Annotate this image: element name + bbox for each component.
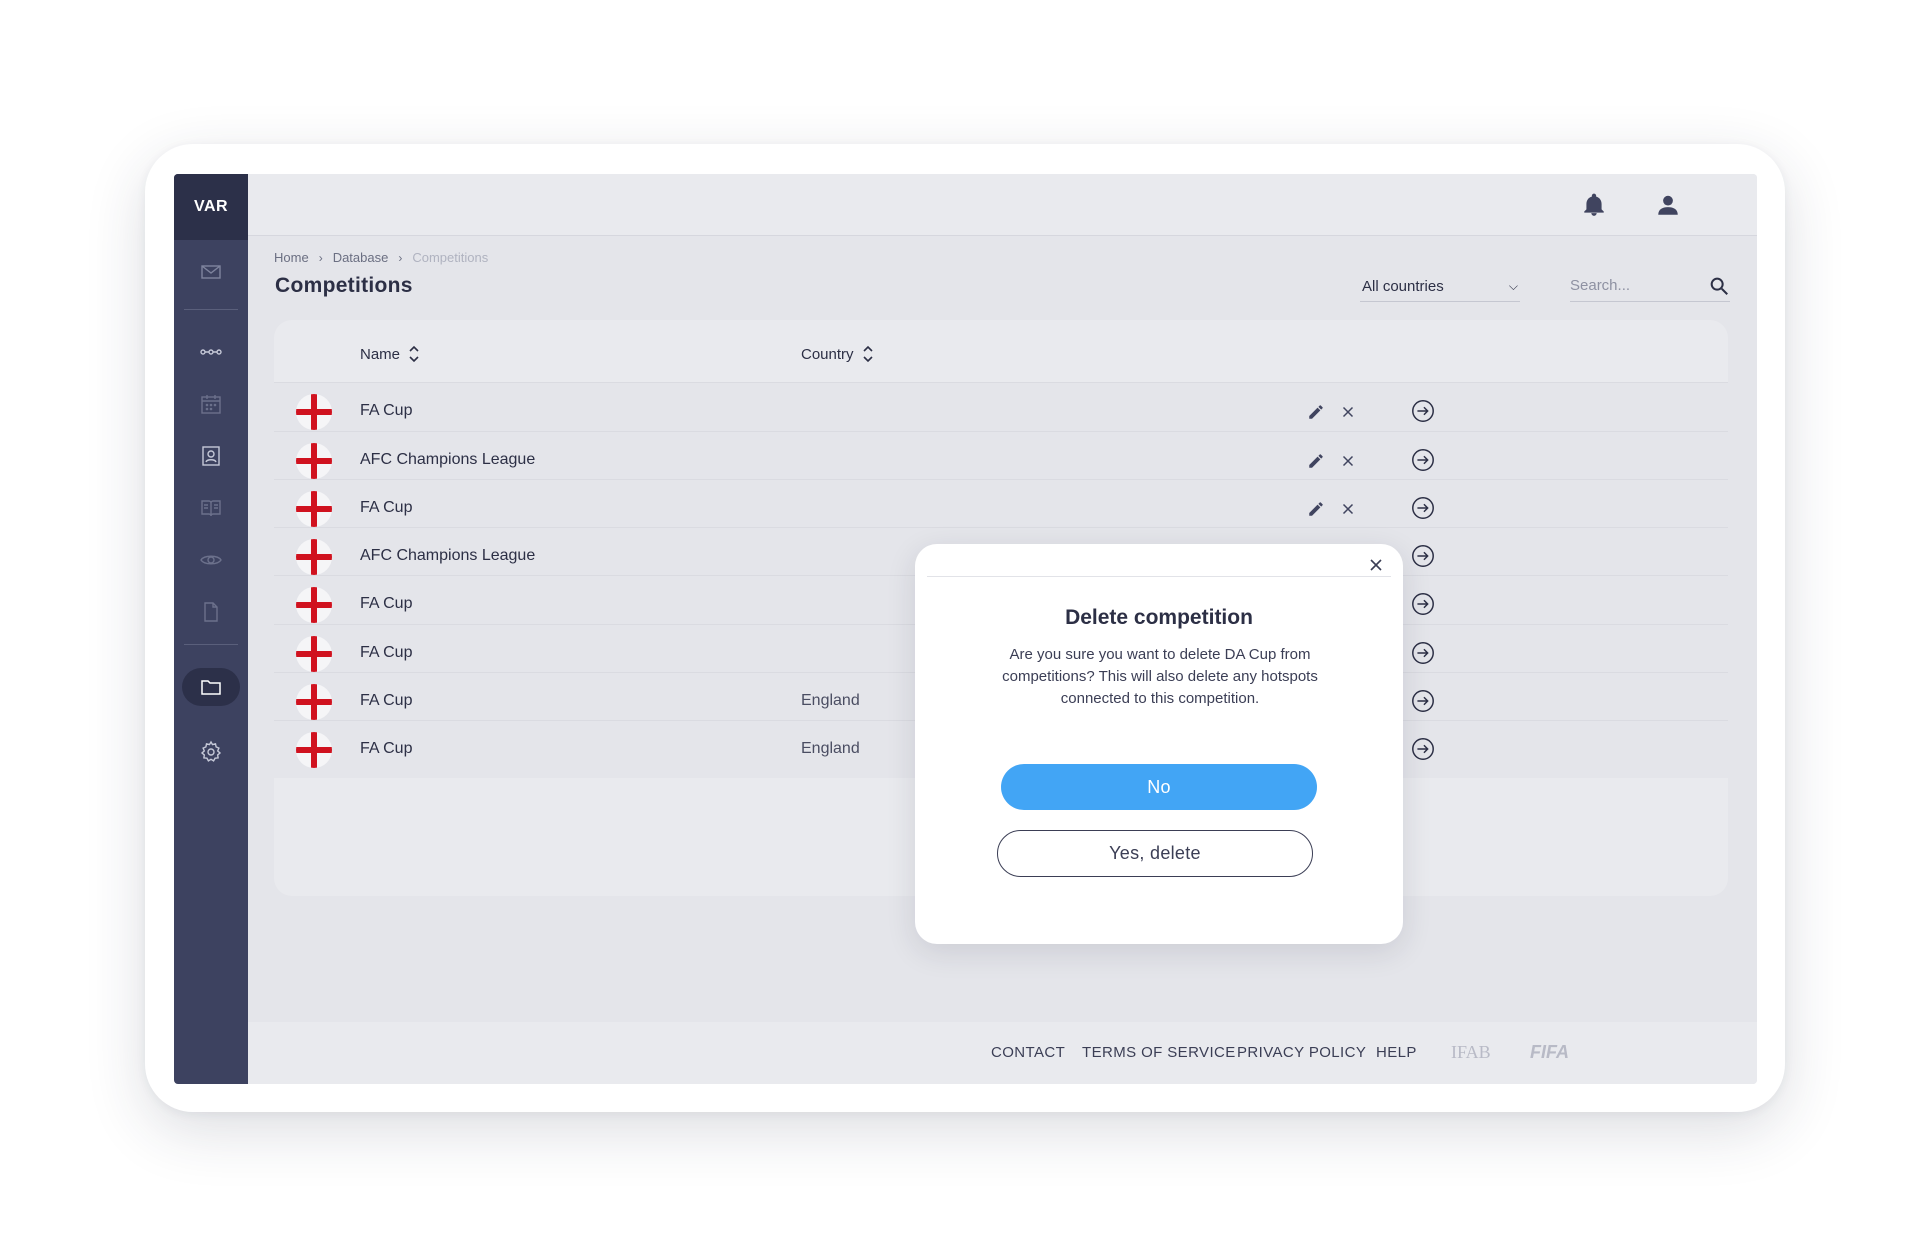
dialog-title: Delete competition: [1065, 606, 1253, 629]
footer-link-terms[interactable]: TERMS OF SERVICE: [1082, 1044, 1236, 1061]
competition-country: England: [801, 692, 860, 709]
dialog-divider: [927, 576, 1391, 577]
sort-icon: [409, 345, 419, 363]
competition-name: FA Cup: [360, 740, 413, 757]
arrow-right-circle-icon[interactable]: [1410, 688, 1436, 714]
contacts-icon[interactable]: [174, 436, 248, 476]
search-icon[interactable]: [1708, 275, 1730, 297]
close-icon[interactable]: [1363, 552, 1389, 578]
arrow-right-circle-icon[interactable]: [1410, 543, 1436, 569]
gear-icon[interactable]: [174, 732, 248, 772]
eye-icon[interactable]: [174, 540, 248, 580]
sidebar: VAR: [174, 174, 248, 1084]
document-icon[interactable]: [174, 592, 248, 632]
column-header-country[interactable]: Country: [801, 345, 874, 363]
yes-delete-button[interactable]: Yes, delete: [997, 830, 1313, 877]
chevron-right-icon: ›: [318, 250, 323, 265]
competition-name: FA Cup: [360, 595, 413, 612]
competition-name: AFC Champions League: [360, 451, 536, 468]
england-flag-icon: [296, 732, 332, 768]
arrow-right-circle-icon[interactable]: [1410, 640, 1436, 666]
arrow-right-circle-icon[interactable]: [1410, 591, 1436, 617]
ifab-logo: IFAB: [1451, 1042, 1491, 1062]
delete-icon[interactable]: [1335, 496, 1361, 522]
chevron-right-icon: ›: [398, 250, 403, 265]
edit-icon[interactable]: [1303, 399, 1329, 425]
sidebar-divider: [184, 309, 238, 310]
arrow-right-circle-icon[interactable]: [1410, 398, 1436, 424]
breadcrumb-database[interactable]: Database: [333, 250, 389, 265]
arrow-right-circle-icon[interactable]: [1410, 447, 1436, 473]
book-icon[interactable]: [174, 488, 248, 528]
timeline-icon[interactable]: [174, 332, 248, 372]
footer-link-contact[interactable]: CONTACT: [991, 1044, 1065, 1061]
chevron-down-icon: ⌵: [1508, 279, 1518, 293]
calendar-icon[interactable]: [174, 384, 248, 424]
page-title: Competitions: [275, 274, 413, 297]
delete-icon[interactable]: [1335, 448, 1361, 474]
england-flag-icon: [296, 539, 332, 575]
mail-icon[interactable]: [174, 252, 248, 292]
competition-name: FA Cup: [360, 644, 413, 661]
competition-name: FA Cup: [360, 692, 413, 709]
england-flag-icon: [296, 636, 332, 672]
edit-icon[interactable]: [1303, 448, 1329, 474]
footer-link-privacy[interactable]: PRIVACY POLICY: [1237, 1044, 1366, 1061]
country-select[interactable]: All countries ⌵: [1360, 272, 1520, 302]
breadcrumb: Home › Database › Competitions: [274, 250, 488, 265]
search-box: [1570, 270, 1730, 302]
app-logo[interactable]: VAR: [174, 174, 248, 240]
column-header-label: Country: [801, 345, 854, 363]
competition-name: FA Cup: [360, 402, 413, 419]
edit-icon[interactable]: [1303, 496, 1329, 522]
dialog-message: Are you sure you want to delete DA Cup f…: [1002, 646, 1318, 707]
competition-country: England: [801, 740, 860, 757]
arrow-right-circle-icon[interactable]: [1410, 736, 1436, 762]
england-flag-icon: [296, 491, 332, 527]
competition-name: FA Cup: [360, 499, 413, 516]
delete-competition-dialog: Delete competition Are you sure you want…: [915, 544, 1403, 944]
breadcrumb-current: Competitions: [412, 250, 489, 265]
england-flag-icon: [296, 443, 332, 479]
folder-icon[interactable]: [174, 667, 248, 707]
fifa-logo: FIFA: [1530, 1042, 1569, 1062]
footer: CONTACT TERMS OF SERVICE PRIVACY POLICY …: [248, 1022, 1757, 1084]
delete-icon[interactable]: [1335, 399, 1361, 425]
england-flag-icon: [296, 587, 332, 623]
england-flag-icon: [296, 684, 332, 720]
arrow-right-circle-icon[interactable]: [1410, 495, 1436, 521]
sort-icon: [862, 345, 873, 363]
user-icon[interactable]: [1653, 190, 1683, 220]
no-button[interactable]: No: [1001, 764, 1317, 810]
country-select-value: All countries: [1362, 278, 1444, 295]
column-header-name[interactable]: Name: [360, 345, 420, 363]
england-flag-icon: [296, 394, 332, 430]
bell-icon[interactable]: [1579, 190, 1609, 220]
sidebar-divider: [184, 644, 238, 645]
breadcrumb-home[interactable]: Home: [274, 250, 309, 265]
search-input[interactable]: [1570, 277, 1690, 294]
column-header-label: Name: [360, 345, 401, 363]
competition-name: AFC Champions League: [360, 547, 536, 564]
footer-link-help[interactable]: HELP: [1376, 1044, 1417, 1061]
app-window: VAR Home › Database › Competitions Compe…: [174, 174, 1757, 1084]
top-header: [248, 174, 1757, 236]
